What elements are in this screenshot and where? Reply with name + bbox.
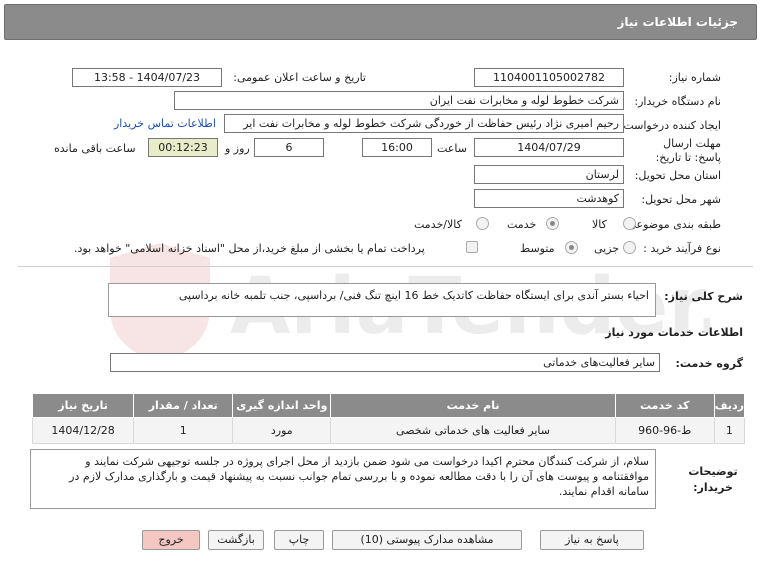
table-header-row: ردیف کد خدمت نام خدمت واحد اندازه گیری ت… xyxy=(31,393,746,418)
services-section-title: اطلاعات خدمات مورد نیاز xyxy=(605,326,743,339)
deadline-time-field: 16:00 xyxy=(362,138,432,157)
category-option-goods: کالا xyxy=(592,218,607,231)
category-radio-goods[interactable] xyxy=(623,217,636,230)
col-date-header: تاریخ نیاز xyxy=(31,393,135,418)
province-field: لرستان xyxy=(474,165,624,184)
back-button[interactable]: بازگشت xyxy=(208,530,264,550)
page-header: جزئیات اطلاعات نیاز xyxy=(4,4,757,40)
city-field: کوهدشت xyxy=(474,189,624,208)
cell-unit: مورد xyxy=(232,417,332,444)
city-label: شهر محل تحویل: xyxy=(641,193,721,206)
deadline-label: مهلت ارسال پاسخ: تا تاریخ: xyxy=(655,137,721,164)
exit-button[interactable]: خروج xyxy=(142,530,200,550)
print-button[interactable]: چاپ xyxy=(274,530,324,550)
days-label: روز و xyxy=(225,142,250,155)
reply-button[interactable]: پاسخ به نیاز xyxy=(540,530,644,550)
category-option-service: خدمت xyxy=(507,218,537,231)
need-number-label: شماره نیاز: xyxy=(668,71,721,84)
buyer-org-field: شرکت خطوط لوله و مخابرات نفت ایران xyxy=(174,91,624,110)
need-number-field: 1104001105002782 xyxy=(474,68,624,87)
service-group-label: گروه خدمت: xyxy=(675,357,743,370)
time-label: ساعت xyxy=(437,142,467,155)
attachments-button[interactable]: مشاهده مدارک پیوستی (10) xyxy=(332,530,522,550)
process-radio-medium[interactable] xyxy=(565,241,578,254)
col-qty-header: تعداد / مقدار xyxy=(133,393,234,418)
creator-field: رحیم امیری نژاد رئیس حفاظت از خوردگی شرک… xyxy=(224,114,624,133)
province-label: استان محل تحویل: xyxy=(634,169,721,182)
process-option-medium: متوسط xyxy=(520,242,555,255)
cell-name: سایر فعالیت های خدماتی شخصی xyxy=(330,417,616,444)
col-code-header: کد خدمت xyxy=(614,393,715,418)
category-label: طبقه بندی موضوعی: xyxy=(623,218,721,231)
creator-label: ایجاد کننده درخواست: xyxy=(619,119,721,132)
table-row: 1 ط-96-960 سایر فعالیت های خدماتی شخصی م… xyxy=(31,417,746,444)
days-field: 6 xyxy=(254,138,324,157)
col-unit-header: واحد اندازه گیری xyxy=(232,393,332,418)
announce-datetime-field: 1404/07/23 - 13:58 xyxy=(72,68,222,87)
cell-qty: 1 xyxy=(133,417,234,444)
process-radio-minor[interactable] xyxy=(623,241,636,254)
buyer-notes-field: سلام، از شرکت کنندگان محترم اکیدا درخواس… xyxy=(30,449,656,509)
deadline-date-field: 1404/07/29 xyxy=(474,138,624,157)
treasury-payment-checkbox[interactable] xyxy=(466,241,478,253)
divider xyxy=(18,266,753,267)
services-table: ردیف کد خدمت نام خدمت واحد اندازه گیری ت… xyxy=(31,393,746,444)
buyer-notes-label: توضیحات خریدار: xyxy=(688,465,738,494)
category-radio-goods-service[interactable] xyxy=(476,217,489,230)
col-row-header: ردیف xyxy=(713,393,746,418)
category-option-goods-service: کالا/خدمت xyxy=(414,218,462,231)
remaining-label: ساعت باقی مانده xyxy=(54,142,136,155)
summary-field: احیاء بستر آندی برای ایستگاه حفاظت کاتدی… xyxy=(108,283,656,317)
summary-label: شرح کلی نیاز: xyxy=(664,290,743,303)
cell-date: 1404/12/28 xyxy=(31,417,135,444)
category-radio-service[interactable] xyxy=(546,217,559,230)
cell-row: 1 xyxy=(713,417,746,444)
cell-code: ط-96-960 xyxy=(614,417,715,444)
col-name-header: نام خدمت xyxy=(330,393,616,418)
payment-note: پرداخت تمام یا بخشی از مبلغ خرید،از محل … xyxy=(74,242,425,255)
process-option-minor: جزیی xyxy=(594,242,620,255)
remaining-time-field: 00:12:23 xyxy=(148,138,218,157)
page-title: جزئیات اطلاعات نیاز xyxy=(617,15,738,29)
announce-label: تاریخ و ساعت اعلان عمومی: xyxy=(233,71,366,84)
service-group-field: سایر فعالیت‌های خدماتی xyxy=(110,353,660,372)
process-label: نوع فرآیند خرید : xyxy=(643,242,721,255)
contact-info-link[interactable]: اطلاعات تماس خریدار xyxy=(114,117,216,130)
buyer-org-label: نام دستگاه خریدار: xyxy=(634,95,721,108)
